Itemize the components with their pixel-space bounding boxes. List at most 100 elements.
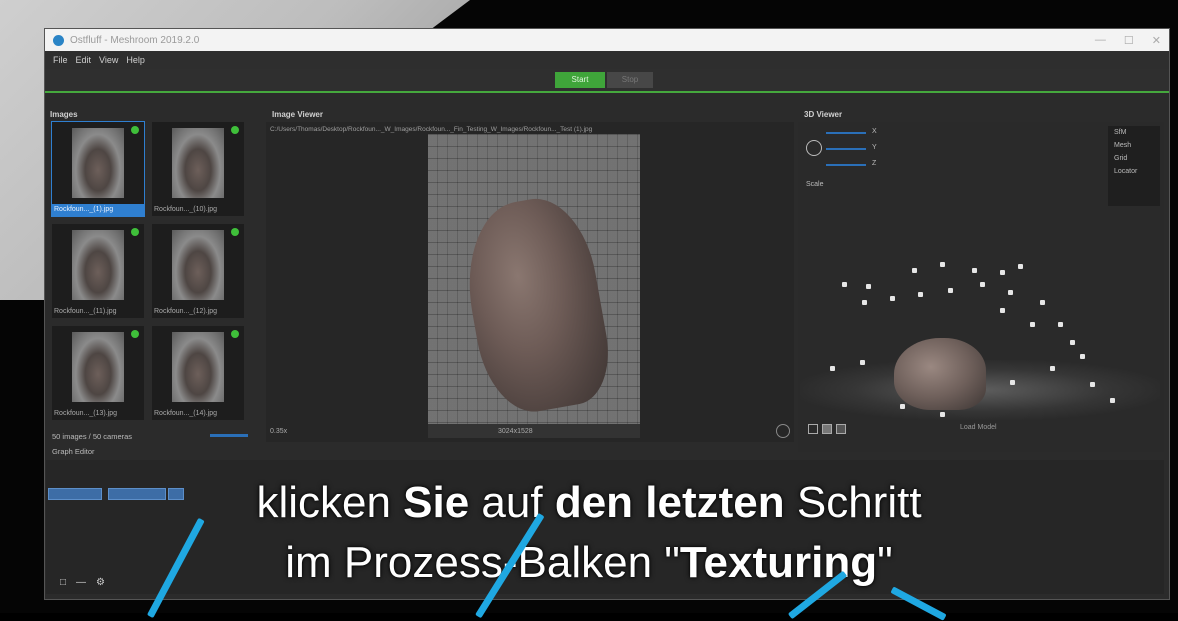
y-label: Y xyxy=(872,144,877,151)
menu-item-sfm[interactable]: SfM xyxy=(1108,126,1160,139)
status-dot-icon xyxy=(231,126,239,134)
z-label: Z xyxy=(872,160,877,167)
menu-item-locator[interactable]: Locator xyxy=(1108,165,1160,178)
thumbnail-label: Rockfoun..._(12).jpg xyxy=(154,308,218,315)
thumbnail-image xyxy=(72,128,124,198)
camera-marker-icon xyxy=(900,404,905,409)
3d-display-menu: SfM Mesh Grid Locator xyxy=(1108,126,1160,206)
subtitle-segment-bold: Sie xyxy=(403,478,470,527)
camera-marker-icon xyxy=(912,268,917,273)
status-dot-icon xyxy=(131,126,139,134)
camera-marker-icon xyxy=(1000,270,1005,275)
minimize-icon[interactable]: — xyxy=(1095,34,1106,47)
subtitle-segment: im Prozess-Balken " xyxy=(285,538,680,587)
stop-button[interactable]: Stop xyxy=(607,72,653,88)
window-controls: — ☐ ✕ xyxy=(1095,34,1161,47)
camera-marker-icon xyxy=(940,262,945,267)
thumbnail-label: Rockfoun..._(10).jpg xyxy=(154,206,218,213)
thumbnail-item[interactable]: Rockfoun..._(13).jpg xyxy=(52,326,144,420)
thumbnail-image xyxy=(72,230,124,300)
photo-preview xyxy=(428,134,640,434)
menu-help[interactable]: Help xyxy=(126,55,145,65)
thumbnail-item[interactable]: Rockfoun..._(11).jpg xyxy=(52,224,144,318)
thumbnail-label: Rockfoun..._(11).jpg xyxy=(54,308,117,315)
bbox-icon[interactable] xyxy=(808,424,818,434)
status-dot-icon xyxy=(131,330,139,338)
thumbnail-label: Rockfoun..._(13).jpg xyxy=(54,410,118,417)
thumbnail-label: Rockfoun..._(14).jpg xyxy=(154,410,218,417)
image-resolution: 3024x1528 xyxy=(498,428,533,435)
camera-marker-icon xyxy=(1090,382,1095,387)
camera-marker-icon xyxy=(948,288,953,293)
image-viewer-title: Image Viewer xyxy=(272,110,323,119)
camera-marker-icon xyxy=(1008,290,1013,295)
image-count: 50 images / 50 cameras xyxy=(52,432,133,441)
subtitle-line-1: klicken Sie auf den letzten Schritt xyxy=(0,478,1178,528)
graph-editor-title: Graph Editor xyxy=(52,447,95,456)
thumbnail-image xyxy=(172,230,224,300)
camera-marker-icon xyxy=(1080,354,1085,359)
camera-marker-icon xyxy=(866,284,871,289)
camera-marker-icon xyxy=(1018,264,1023,269)
thumbnail-image xyxy=(72,332,124,402)
reconstructed-rock xyxy=(894,338,986,410)
thumbnail-item[interactable]: Rockfoun..._(12).jpg xyxy=(152,224,244,318)
camera-marker-icon xyxy=(1050,366,1055,371)
menu-item-grid[interactable]: Grid xyxy=(1108,152,1160,165)
thumbnail-item[interactable]: Rockfoun..._(14).jpg xyxy=(152,326,244,420)
camera-marker-icon xyxy=(1110,398,1115,403)
status-dot-icon xyxy=(131,228,139,236)
thumbnail-label: Rockfoun..._(1).jpg xyxy=(52,204,144,216)
transform-gizmo: X Y Z xyxy=(804,126,882,186)
menu-view[interactable]: View xyxy=(99,55,118,65)
3d-viewer-title: 3D Viewer xyxy=(804,110,843,119)
camera-marker-icon xyxy=(980,282,985,287)
menu-item-mesh[interactable]: Mesh xyxy=(1108,139,1160,152)
menu-file[interactable]: File xyxy=(53,55,68,65)
scale-label: Scale xyxy=(806,181,824,188)
camera-marker-icon xyxy=(1010,380,1015,385)
camera-marker-icon xyxy=(862,300,867,305)
close-icon[interactable]: ✕ xyxy=(1152,34,1161,47)
viewer-options-icon[interactable] xyxy=(776,424,790,438)
textured-icon[interactable] xyxy=(836,424,846,434)
thumbnail-image xyxy=(172,332,224,402)
x-slider[interactable] xyxy=(826,132,866,134)
status-dot-icon xyxy=(231,228,239,236)
y-slider[interactable] xyxy=(826,148,866,150)
start-button[interactable]: Start xyxy=(555,72,605,88)
camera-marker-icon xyxy=(1030,322,1035,327)
maximize-icon[interactable]: ☐ xyxy=(1124,34,1134,47)
thumbnail-item[interactable]: Rockfoun..._(10).jpg xyxy=(152,122,244,216)
camera-marker-icon xyxy=(972,268,977,273)
load-model-label[interactable]: Load Model xyxy=(960,424,997,431)
camera-marker-icon xyxy=(1058,322,1063,327)
subtitle-segment-bold: Texturing xyxy=(679,538,878,587)
title-bar: Ostfluff - Meshroom 2019.2.0 — ☐ ✕ xyxy=(45,29,1169,51)
camera-marker-icon xyxy=(860,360,865,365)
camera-marker-icon xyxy=(830,366,835,371)
z-slider[interactable] xyxy=(826,164,866,166)
axes-icon xyxy=(806,140,822,156)
camera-marker-icon xyxy=(940,412,945,417)
thumbnail-item[interactable]: Rockfoun..._(1).jpg xyxy=(51,121,145,217)
camera-marker-icon xyxy=(1040,300,1045,305)
camera-marker-icon xyxy=(1000,308,1005,313)
camera-marker-icon xyxy=(890,296,895,301)
menu-edit[interactable]: Edit xyxy=(76,55,92,65)
thumbnail-size-slider[interactable] xyxy=(210,434,248,437)
x-label: X xyxy=(872,128,877,135)
images-panel-title: Images xyxy=(50,110,78,119)
subtitle-segment: klicken xyxy=(256,478,404,527)
3d-viewer-tools xyxy=(808,424,846,434)
menu-bar: File Edit View Help xyxy=(45,51,1169,69)
viewer-status-bar xyxy=(428,424,640,438)
camera-marker-icon xyxy=(918,292,923,297)
subtitle-segment-bold: den letzten xyxy=(554,478,785,527)
subtitle-segment: Schritt xyxy=(784,478,922,527)
image-path: C:/Users/Thomas/Desktop/Rockfoun..._W_Im… xyxy=(270,126,593,133)
app-logo-icon xyxy=(53,34,64,46)
status-dot-icon xyxy=(231,330,239,338)
camera-marker-icon xyxy=(842,282,847,287)
solid-icon[interactable] xyxy=(822,424,832,434)
